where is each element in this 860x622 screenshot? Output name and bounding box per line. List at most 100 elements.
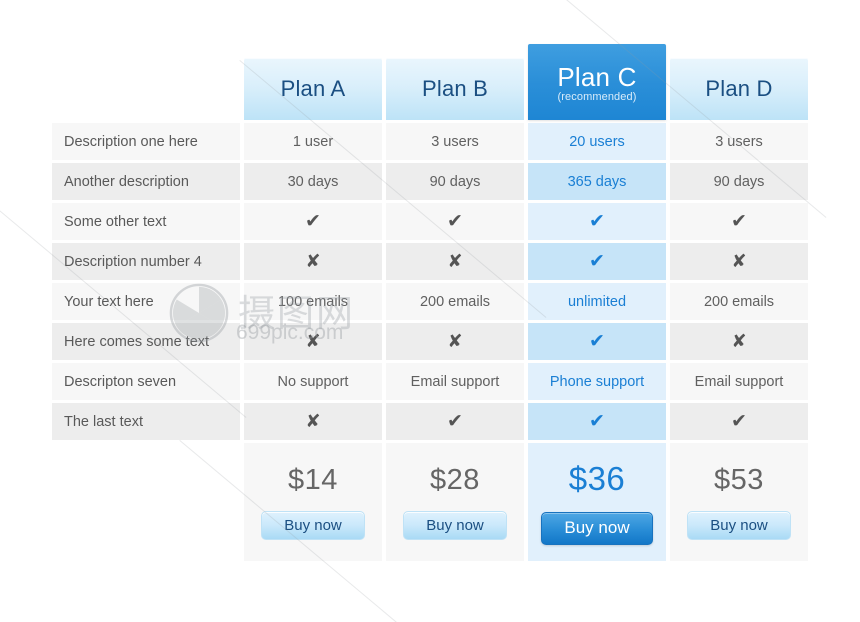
row-label: The last text [52,403,240,440]
cross-icon: ✘ [305,250,321,272]
plan-header-1: Plan A [244,58,382,120]
cell-value: No support [277,373,349,390]
check-icon: ✔ [731,210,747,232]
plan-header-card: Plan D [670,58,808,120]
table-cell: Phone support [528,363,666,400]
plan-name: Plan B [421,76,489,101]
table-cell: Email support [386,363,524,400]
plan-footer-1: $14 Buy now [244,443,382,561]
plan-price: $53 [714,464,764,496]
check-icon: ✔ [589,210,605,232]
table-row: Your text here 100 emails 200 emails unlimi… [52,283,808,320]
table-cell: ✘ [670,323,808,360]
table-cell: ✘ [386,323,524,360]
footer-corner-spacer [52,443,240,561]
row-label: Some other text [52,203,240,240]
table-cell: ✘ [386,243,524,280]
buy-now-button[interactable]: Buy now [261,511,365,540]
cross-icon: ✘ [731,250,747,272]
pricing-table: Plan A Plan B Plan C (recommended) Plan D De… [52,44,808,561]
plan-footer-3: $36 Buy now [528,443,666,561]
row-label: Another description [52,163,240,200]
plan-header-card: Plan B [386,58,524,120]
check-icon: ✔ [589,330,605,352]
check-icon: ✔ [589,250,605,272]
cell-value: Email support [410,373,500,390]
table-cell: Email support [670,363,808,400]
table-row: Description number 4 ✘ ✘ ✔ ✘ [52,243,808,280]
check-icon: ✔ [589,410,605,432]
cell-value: Email support [694,373,784,390]
row-label: Here comes some text [52,323,240,360]
table-cell: No support [244,363,382,400]
table-cell: 30 days [244,163,382,200]
table-cell: ✔ [386,403,524,440]
plan-price: $28 [430,464,480,496]
cross-icon: ✘ [447,330,463,352]
plan-name: Plan C [557,61,637,92]
plan-footer-4: $53 Buy now [670,443,808,561]
cell-value: 3 users [715,133,763,150]
table-cell: 3 users [670,123,808,160]
buy-now-button[interactable]: Buy now [687,511,791,540]
table-row: The last text ✘ ✔ ✔ ✔ [52,403,808,440]
table-row: Another description 30 days 90 days 365 day… [52,163,808,200]
table-cell: ✔ [528,323,666,360]
plan-header-card: Plan C (recommended) [528,44,666,120]
table-cell: 100 emails [244,283,382,320]
cell-value: 200 emails [703,293,775,310]
plan-price: $36 [568,459,626,497]
cell-value: 90 days [429,173,481,190]
cell-value: 90 days [713,173,765,190]
check-icon: ✔ [731,410,747,432]
row-label: Description number 4 [52,243,240,280]
plan-recommended-badge: (recommended) [557,90,637,103]
plan-header-2: Plan B [386,58,524,120]
cell-value: Phone support [549,373,645,390]
row-label: Description one here [52,123,240,160]
table-cell: ✔ [528,403,666,440]
plan-header-4: Plan D [670,58,808,120]
table-cell: 1 user [244,123,382,160]
cell-value: unlimited [567,293,627,310]
cell-value: 200 emails [419,293,491,310]
table-cell: ✔ [528,243,666,280]
price-block: $28 Buy now [386,443,524,561]
row-label: Descripton seven [52,363,240,400]
buy-now-button[interactable]: Buy now [403,511,507,540]
table-cell: 20 users [528,123,666,160]
cell-value: 365 days [567,173,627,190]
table-header-row: Plan A Plan B Plan C (recommended) Plan D [52,44,808,120]
table-body: Description one here 1 user 3 users 20 user… [52,123,808,440]
cell-value: 100 emails [277,293,349,310]
table-cell: 200 emails [670,283,808,320]
buy-now-button[interactable]: Buy now [541,511,653,545]
plan-price: $14 [288,464,338,496]
check-icon: ✔ [305,210,321,232]
plan-header-card: Plan A [244,58,382,120]
table-cell: 3 users [386,123,524,160]
cross-icon: ✘ [731,330,747,352]
table-cell: ✔ [670,403,808,440]
check-icon: ✔ [447,210,463,232]
price-block: $53 Buy now [670,443,808,561]
table-cell: ✘ [244,403,382,440]
table-cell: 200 emails [386,283,524,320]
table-cell: 365 days [528,163,666,200]
cross-icon: ✘ [305,330,321,352]
cell-value: 3 users [431,133,479,150]
table-cell: 90 days [670,163,808,200]
price-block: $36 Buy now [528,443,666,561]
table-row: Some other text ✔ ✔ ✔ ✔ [52,203,808,240]
cell-value: 1 user [292,133,334,150]
plan-name: Plan D [705,76,773,101]
table-cell: 90 days [386,163,524,200]
table-row: Description one here 1 user 3 users 20 user… [52,123,808,160]
table-cell: ✔ [670,203,808,240]
table-row: Descripton seven No support Email support P… [52,363,808,400]
table-footer-row: $14 Buy now $28 Buy now $36 Buy now $53 Buy now [52,443,808,561]
plan-footer-2: $28 Buy now [386,443,524,561]
pricing-table-page: 摄图网 699pic.com Plan A Plan B Plan C (recomm… [0,0,860,622]
cross-icon: ✘ [305,410,321,432]
table-cell: ✘ [244,323,382,360]
